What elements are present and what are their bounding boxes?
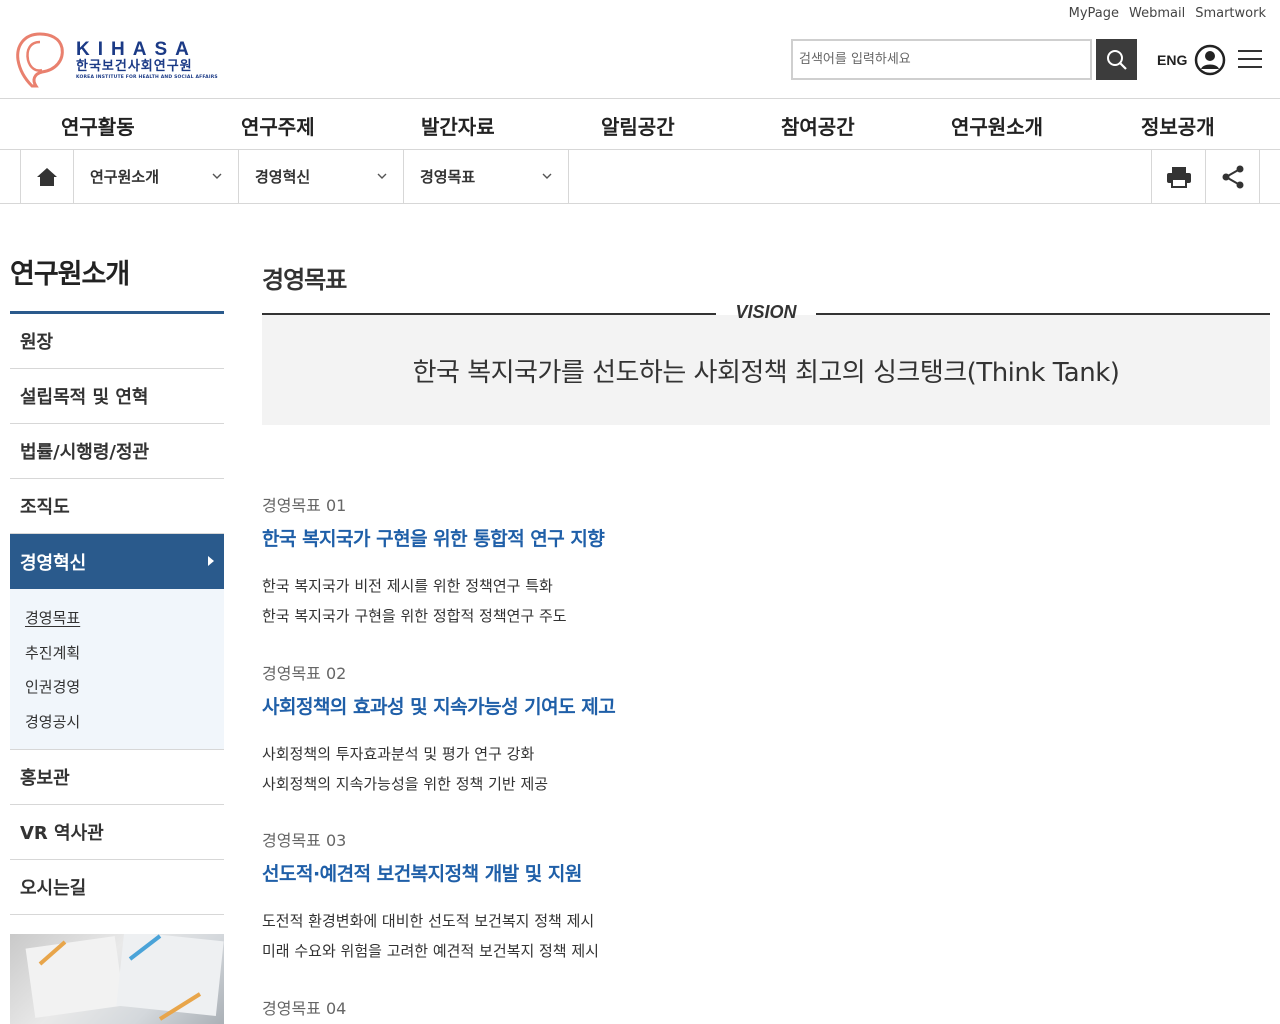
goal-description: 도전적 환경변화에 대비한 선도적 보건복지 정책 제시 미래 수요와 위험을 … <box>262 906 599 966</box>
goal-label: 경영목표 01 <box>262 496 347 515</box>
vision-statement: 한국 복지국가를 선도하는 사회정책 최고의 싱크탱크(Think Tank) <box>262 315 1270 425</box>
sidebar-subitem-human-rights[interactable]: 인권경영 <box>25 670 224 705</box>
sidebar-submenu: 경영목표 추진계획 인권경영 경영공시 <box>10 589 224 750</box>
gnb-participation[interactable]: 참여공간 <box>781 111 855 140</box>
hamburger-menu-icon[interactable] <box>1238 50 1262 70</box>
logo-subtitle: KOREA INSTITUTE FOR HEALTH AND SOCIAL AF… <box>76 74 218 80</box>
goal-line: 도전적 환경변화에 대비한 선도적 보건복지 정책 제시 <box>262 912 595 930</box>
goal-label: 경영목표 02 <box>262 664 347 683</box>
sidebar-item-directions[interactable]: 오시는길 <box>10 860 224 915</box>
home-button[interactable] <box>20 150 74 203</box>
goal-label: 경영목표 04 <box>262 999 347 1018</box>
search-button[interactable] <box>1096 39 1137 80</box>
print-icon <box>1166 166 1191 188</box>
goal-title: 사회정책의 효과성 및 지속가능성 기여도 제고 <box>262 696 616 718</box>
search-icon <box>1106 49 1127 70</box>
goal-section: 경영목표 01 한국 복지국가 구현을 위한 통합적 연구 지향 한국 복지국가… <box>262 492 605 631</box>
goal-description: 사회정책의 투자효과분석 및 평가 연구 강화 사회정책의 지속가능성을 위한 … <box>262 739 615 799</box>
sidebar-item-vr-history[interactable]: VR 역사관 <box>10 805 224 860</box>
vision-divider-right <box>816 313 1270 315</box>
sidebar-menu: 원장 설립목적 및 연혁 법률/시행령/정관 조직도 경영혁신 경영목표 추진계… <box>10 314 224 915</box>
breadcrumb-select-depth3[interactable]: 경영목표 <box>404 150 569 203</box>
chevron-down-icon <box>377 173 387 179</box>
goal-section: 경영목표 03 선도적·예견적 보건복지정책 개발 및 지원 도전적 환경변화에… <box>262 827 599 966</box>
gnb-research-activity[interactable]: 연구활동 <box>61 111 135 140</box>
breadcrumb-select-depth1[interactable]: 연구원소개 <box>74 150 239 203</box>
gnb-notices[interactable]: 알림공간 <box>601 111 675 140</box>
sidebar-item-law[interactable]: 법률/시행령/정관 <box>10 424 224 479</box>
print-button[interactable] <box>1151 150 1205 203</box>
sidebar-subitem-disclosure[interactable]: 경영공시 <box>25 705 224 740</box>
page-title: 경영목표 <box>262 266 347 294</box>
goal-line: 한국 복지국가 비전 제시를 위한 정책연구 특화 <box>262 577 553 595</box>
breadcrumb: 연구원소개 경영혁신 경영목표 <box>0 150 1280 204</box>
goal-title: 선도적·예견적 보건복지정책 개발 및 지원 <box>262 863 582 885</box>
breadcrumb-depth2-label: 경영혁신 <box>255 168 311 186</box>
search-input[interactable] <box>793 41 1090 78</box>
language-toggle[interactable]: ENG <box>1157 52 1187 68</box>
logo[interactable]: KIHASA 한국보건사회연구원 KOREA INSTITUTE FOR HEA… <box>12 30 218 90</box>
logo-name-en: KIHASA <box>76 38 197 60</box>
sidebar-title: 연구원소개 <box>10 259 130 290</box>
chevron-down-icon <box>212 173 222 179</box>
sidebar-subitem-action-plan[interactable]: 추진계획 <box>25 636 224 671</box>
sidebar-item-history[interactable]: 설립목적 및 연혁 <box>10 369 224 424</box>
goal-description: 한국 복지국가 비전 제시를 위한 정책연구 특화 한국 복지국가 구현을 위한… <box>262 571 604 631</box>
gnb-about[interactable]: 연구원소개 <box>951 111 1043 140</box>
sidebar-banner-image[interactable] <box>10 934 224 1024</box>
chevron-right-icon <box>208 556 214 566</box>
goal-title: 한국 복지국가 구현을 위한 통합적 연구 지향 <box>262 528 605 550</box>
search-box <box>791 39 1092 80</box>
sidebar-item-president[interactable]: 원장 <box>10 314 224 369</box>
gnb-publications[interactable]: 발간자료 <box>421 111 495 140</box>
site-header: KIHASA 한국보건사회연구원 KOREA INSTITUTE FOR HEA… <box>0 0 1280 99</box>
breadcrumb-select-depth2[interactable]: 경영혁신 <box>239 150 404 203</box>
home-icon <box>37 167 57 186</box>
goal-line: 한국 복지국가 구현을 위한 정합적 정책연구 주도 <box>262 607 567 625</box>
goal-line: 사회정책의 투자효과분석 및 평가 연구 강화 <box>262 745 535 763</box>
vision-divider-left <box>262 313 716 315</box>
share-icon <box>1222 165 1243 188</box>
sidebar-item-organization[interactable]: 조직도 <box>10 479 224 534</box>
user-icon[interactable] <box>1194 44 1226 76</box>
goal-section: 경영목표 04 <box>262 995 346 1019</box>
gnb-information-disclosure[interactable]: 정보공개 <box>1141 111 1215 140</box>
gnb-research-topics[interactable]: 연구주제 <box>241 111 315 140</box>
main-navigation: 연구활동 연구주제 발간자료 알림공간 참여공간 연구원소개 정보공개 <box>0 99 1280 150</box>
goal-section: 경영목표 02 사회정책의 효과성 및 지속가능성 기여도 제고 사회정책의 투… <box>262 660 616 799</box>
sidebar-item-label: 경영혁신 <box>20 552 87 574</box>
breadcrumb-depth3-label: 경영목표 <box>420 168 476 186</box>
logo-icon <box>16 32 64 88</box>
sidebar-subitem-management-goals[interactable]: 경영목표 <box>25 601 224 636</box>
sidebar-item-management-innovation[interactable]: 경영혁신 <box>10 534 224 589</box>
goal-line: 미래 수요와 위험을 고려한 예견적 보건복지 정책 제시 <box>262 942 599 960</box>
vision-label: VISION <box>735 302 797 322</box>
vision-header: VISION <box>262 300 1270 328</box>
goal-line: 사회정책의 지속가능성을 위한 정책 기반 제공 <box>262 775 549 793</box>
logo-name-ko: 한국보건사회연구원 <box>76 58 193 74</box>
sidebar-item-pr[interactable]: 홍보관 <box>10 750 224 805</box>
chevron-down-icon <box>542 173 552 179</box>
goal-label: 경영목표 03 <box>262 831 347 850</box>
breadcrumb-depth1-label: 연구원소개 <box>90 168 160 186</box>
share-button[interactable] <box>1205 150 1260 203</box>
